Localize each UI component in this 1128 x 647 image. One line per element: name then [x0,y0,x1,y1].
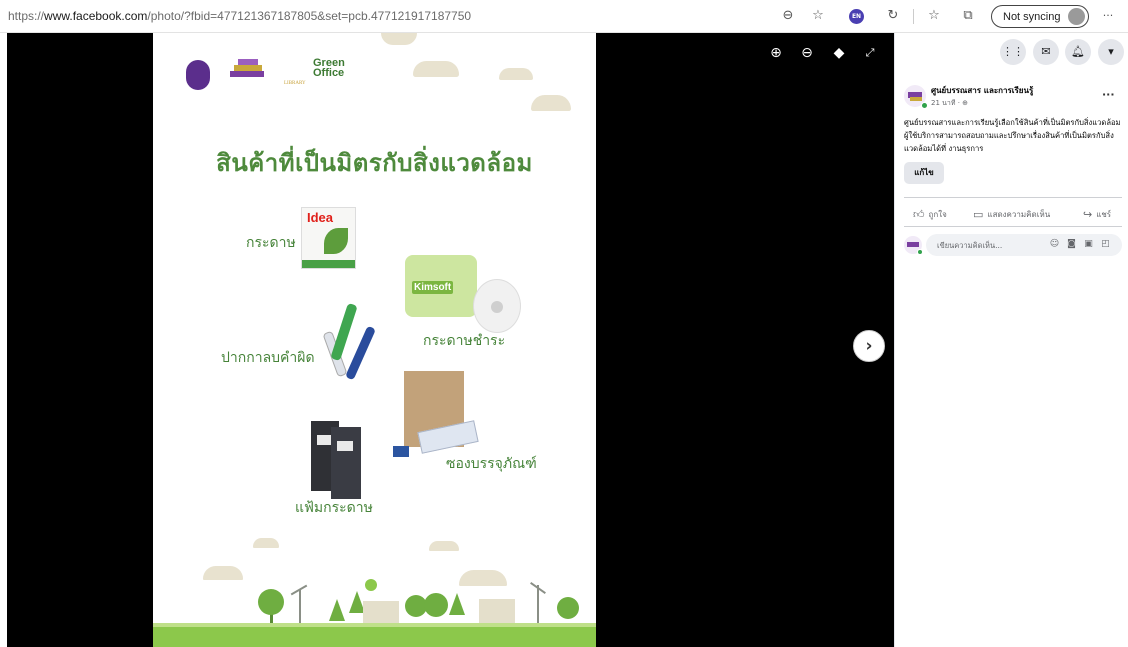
share-label: แชร์ [1096,210,1112,219]
tree-decoration [557,597,579,619]
photo-viewer: LIBRARY Green Office สินค้าที่เป็นมิตรกั… [7,33,894,647]
zoom-out-icon[interactable]: ⊖ [797,43,817,63]
label-envelope: ซองบรรจุภัณฑ์ [446,456,537,472]
label-tissue: กระดาษชำระ [423,333,506,349]
avatar [1068,8,1085,25]
favorites-icon[interactable]: ☆ [926,8,942,24]
next-photo-button[interactable]: › [853,330,885,362]
correction-pen-image [330,302,358,362]
pine-tree-decoration [329,599,345,621]
url-prefix: https:// [8,9,45,23]
binder-image [331,427,361,499]
photo-headline: สินค้าที่เป็นมิตรกับสิ่งแวดล้อม [216,149,533,177]
cloud-decoration [429,541,459,551]
cloud-decoration [413,61,459,77]
library-logo: LIBRARY [284,81,306,86]
gif-icon[interactable]: ▣ [1082,238,1095,251]
pine-tree-decoration [449,593,465,615]
sync-label: Not syncing [1003,10,1061,23]
messenger-icon[interactable]: ✉ [1033,39,1059,65]
online-status-dot [921,102,928,109]
fullscreen-icon[interactable]: ⤢ [860,43,880,63]
profile-badge[interactable]: EN [849,9,864,24]
ground [153,627,596,647]
post-photo: LIBRARY Green Office สินค้าที่เป็นมิตรกั… [153,33,596,647]
add-favorite-icon[interactable]: ☆ [810,8,826,24]
leaf-icon [324,228,348,254]
address-bar[interactable]: https://www.facebook.com/photo/?fbid=477… [8,9,471,23]
sprout-decoration [365,579,377,591]
url-host: www.facebook.com [44,9,148,23]
cloud-decoration [459,570,507,586]
share-icon: ↪ [1083,208,1093,221]
notifications-icon[interactable]: 🔔︎ [1065,39,1091,65]
label-pen: ปากกาลบคำผิด [221,350,315,366]
paper-ream-image: Idea [301,207,356,269]
like-label: ถูกใจ [928,210,947,219]
zoom-in-icon[interactable]: ⊕ [766,43,786,63]
label-paper: กระดาษ [246,235,296,251]
envelope-logo [393,446,409,457]
menu-grid-icon[interactable]: ⋮⋮ [1000,39,1026,65]
like-button[interactable]: 👍︎ ถูกใจ [913,208,947,221]
university-logo [186,60,210,90]
post-timestamp[interactable]: 21 นาที · ⊕ [931,98,968,109]
camera-icon[interactable]: ◙ [1065,238,1078,251]
toolbar-divider [913,9,914,24]
sync-button[interactable]: Not syncing [991,5,1089,28]
tree-decoration [424,593,448,617]
browser-toolbar: https://www.facebook.com/photo/?fbid=477… [0,0,1128,33]
label-folder: แฟ้มกระดาษ [295,500,373,516]
post-text: ศูนย์บรรณสารและการเรียนรู้เลือกใช้สินค้า… [904,118,1121,153]
url-path: /photo/?fbid=477121367187805&set=pcb.477… [147,9,472,23]
tissue-brand: Kimsoft [412,281,454,294]
green-office-logo: Green Office [313,58,345,79]
tissue-roll-image [473,279,521,333]
account-menu-icon[interactable]: ▾ [1098,39,1124,65]
page-name-link[interactable]: ศูนย์บรรณสาร และการเรียนรู้ [931,84,1033,97]
more-icon[interactable]: ··· [1100,8,1116,24]
emoji-icon[interactable]: ☺ [1048,238,1061,251]
comment-button[interactable]: ▭ แสดงความคิดเห็น [973,208,1050,221]
cloud-decoration [381,33,417,45]
divider [904,197,1122,198]
comment-input[interactable]: เขียนความคิดเห็น... ☺ ◙ ▣ ◰ [926,234,1122,256]
comment-placeholder: เขียนความคิดเห็น... [937,241,1003,250]
paper-strip [302,260,355,268]
cloud-decoration [531,95,571,111]
share-button[interactable]: ↪ แชร์ [1083,208,1111,221]
avatar-mark [907,242,919,247]
comment-icon: ▭ [973,208,984,221]
green-office-line-2: Office [313,67,345,79]
paper-brand: Idea [307,210,334,225]
tag-icon[interactable]: ◆ [829,43,849,63]
post-options-icon[interactable]: ··· [1102,88,1115,101]
divider [904,226,1122,227]
cloud-decoration [499,68,533,80]
online-status-dot [917,249,923,255]
edit-button[interactable]: แก้ไข [904,162,944,184]
collections-icon[interactable]: ⧉ [960,8,976,24]
post-panel: ⋮⋮ ✉ 🔔︎ ▾ ศูนย์บรรณสาร และการเรียนรู้ 21… [894,33,1128,647]
sticker-icon[interactable]: ◰ [1099,238,1112,251]
correction-pen-image [345,325,376,381]
tissue-pack-image: Kimsoft [405,255,477,317]
cloud-decoration [203,566,243,580]
like-icon: 👍︎ [913,208,925,221]
comment-label: แสดงความคิดเห็น [987,210,1051,219]
cloud-decoration [253,538,279,548]
books-logo [230,59,264,77]
tree-decoration [258,589,284,615]
refresh-icon[interactable]: ↻ [885,8,901,24]
avatar-mark [910,97,922,101]
zoom-out-icon[interactable]: ⊖ [780,8,796,24]
